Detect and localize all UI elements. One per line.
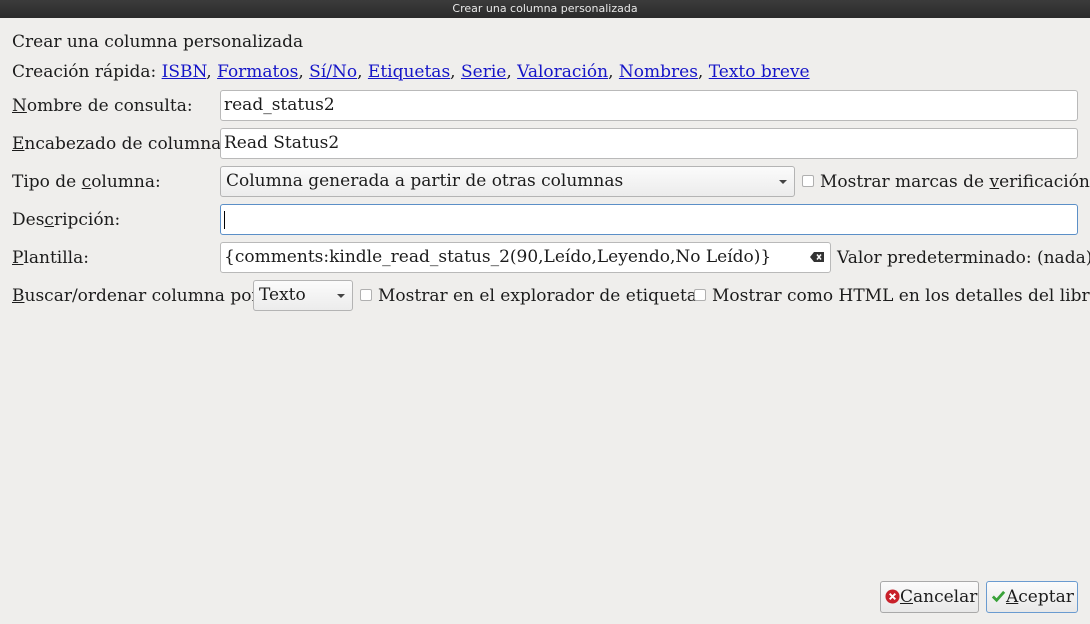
chevron-down-icon <box>779 180 787 184</box>
description-input[interactable] <box>220 204 1078 235</box>
template-label: Plantilla: <box>12 248 89 268</box>
quick-create-row: Creación rápida: ISBN, Formatos, Sí/No, … <box>12 62 810 82</box>
default-value-label: Valor predeterminado: (nada) <box>837 248 1090 268</box>
quick-link-rating[interactable]: Valoración <box>517 62 608 82</box>
show-checkmarks-checkbox[interactable] <box>802 175 814 187</box>
cancel-icon <box>885 589 900 604</box>
quick-create-label: Creación rápida: <box>12 62 157 82</box>
quick-link-tags[interactable]: Etiquetas <box>368 62 450 82</box>
description-label: Descripción: <box>12 210 121 230</box>
lookup-name-input[interactable]: read_status2 <box>220 90 1078 121</box>
quick-link-formats[interactable]: Formatos <box>217 62 298 82</box>
html-details-label: Mostrar como HTML en los detalles del li… <box>712 286 1090 306</box>
column-type-select[interactable]: Columna generada a partir de otras colum… <box>220 166 795 197</box>
html-details-checkbox[interactable] <box>694 289 706 301</box>
lookup-name-label: Nombre de consulta: <box>12 96 193 116</box>
template-input[interactable]: {comments:kindle_read_status_2(90,Leído,… <box>220 242 831 273</box>
quick-link-short-text[interactable]: Texto breve <box>709 62 810 82</box>
column-heading-input[interactable]: Read Status2 <box>220 128 1078 159</box>
tag-browser-checkbox[interactable] <box>360 289 372 301</box>
text-caret <box>224 210 225 229</box>
sort-by-label: Buscar/ordenar columna por <box>12 286 260 306</box>
quick-link-isbn[interactable]: ISBN <box>162 62 207 82</box>
column-heading-label: Encabezado de columna: <box>12 134 228 154</box>
quick-link-series[interactable]: Serie <box>461 62 506 82</box>
dialog-heading: Crear una columna personalizada <box>12 32 304 52</box>
sort-by-select[interactable]: Texto <box>253 280 353 311</box>
tag-browser-label: Mostrar en el explorador de etiquetas <box>378 286 706 306</box>
cancel-button[interactable]: Cancelar <box>880 581 979 613</box>
show-checkmarks-label: Mostrar marcas de verificación <box>820 172 1090 192</box>
check-icon <box>991 590 1006 603</box>
accept-button[interactable]: Aceptar <box>986 581 1078 613</box>
window-titlebar: Crear una columna personalizada <box>0 0 1090 18</box>
quick-link-names[interactable]: Nombres <box>619 62 698 82</box>
quick-link-yesno[interactable]: Sí/No <box>309 62 357 82</box>
column-type-label: Tipo de columna: <box>12 172 161 192</box>
window-title: Crear una columna personalizada <box>452 2 638 15</box>
clear-text-icon[interactable] <box>810 252 824 262</box>
chevron-down-icon <box>337 294 345 298</box>
